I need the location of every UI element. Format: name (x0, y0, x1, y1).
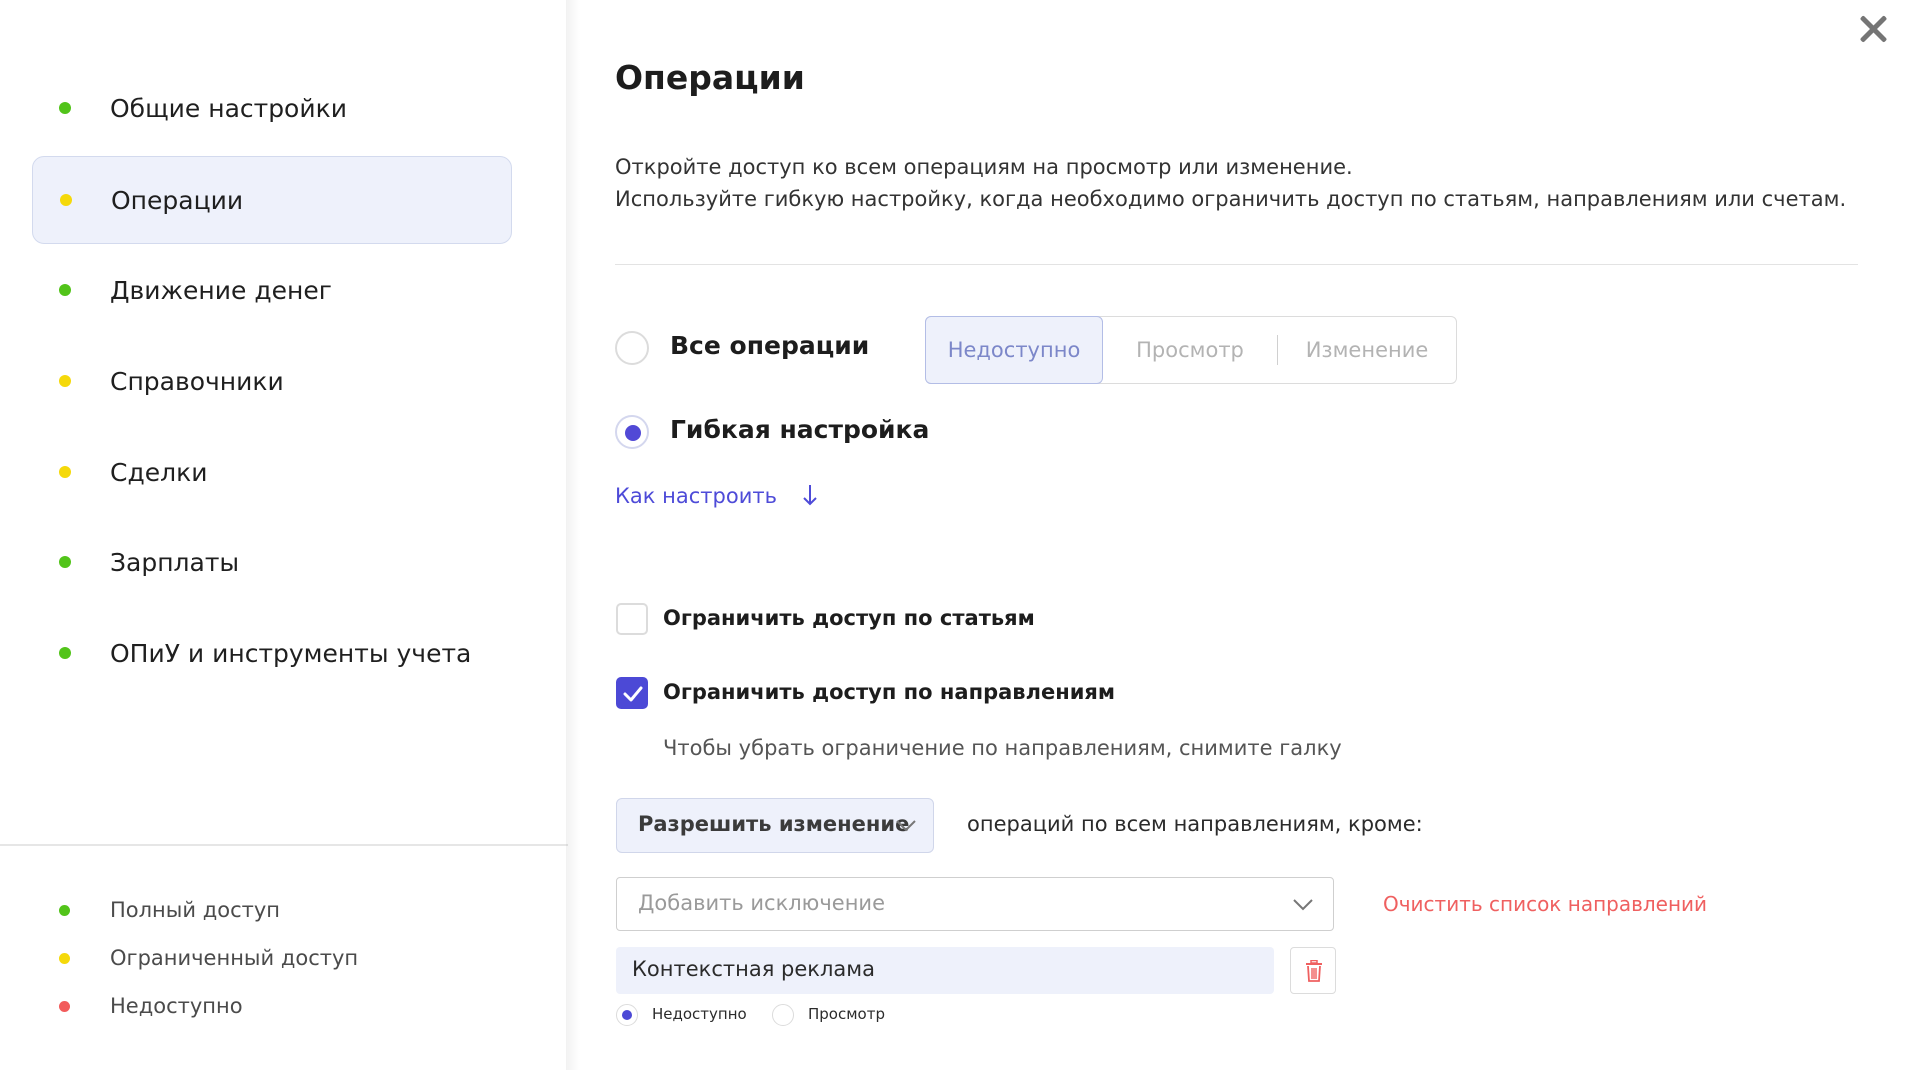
segment-unavailable[interactable]: Недоступно (925, 316, 1103, 384)
delete-exception-button[interactable] (1290, 947, 1336, 994)
permission-select[interactable]: Разрешить изменение (616, 798, 934, 853)
sidebar-item-label: Операции (111, 185, 244, 215)
permission-select-value: Разрешить изменение (638, 812, 910, 836)
exception-unavailable-label: Недоступно (652, 1005, 747, 1023)
restriction-hint: Чтобы убрать ограничение по направлениям… (663, 736, 1342, 760)
description-line-1: Откройте доступ ко всем операциям на про… (615, 155, 1353, 179)
arrow-down-icon (802, 485, 817, 506)
sidebar-item-money-flow[interactable]: Движение денег (32, 246, 512, 334)
segment-view[interactable]: Просмотр (1103, 317, 1277, 383)
legend-label: Ограниченный доступ (110, 946, 359, 970)
main-panel: Операции Откройте доступ ко всем операци… (568, 0, 1906, 1070)
sidebar-item-label: Движение денег (110, 275, 332, 305)
sidebar-divider (0, 844, 568, 846)
how-to-configure-label: Как настроить (615, 484, 777, 508)
restrict-directions-label: Ограничить доступ по направлениям (663, 680, 1116, 704)
add-exception-placeholder: Добавить исключение (638, 891, 885, 915)
close-icon[interactable] (1856, 12, 1890, 46)
how-to-configure-link[interactable]: Как настроить (615, 484, 818, 508)
exception-view-label: Просмотр (808, 1005, 885, 1023)
description-line-2: Используйте гибкую настройку, когда необ… (615, 187, 1847, 211)
permission-suffix: операций по всем направлениям, кроме: (967, 812, 1423, 836)
sidebar-item-label: Зарплаты (110, 547, 240, 577)
sidebar-item-label: Сделки (110, 457, 208, 487)
restrict-directions-checkbox[interactable] (616, 677, 648, 709)
sidebar-item-general-settings[interactable]: Общие настройки (32, 64, 512, 152)
check-icon (623, 686, 643, 702)
status-dot-full (59, 102, 71, 114)
sidebar-item-deals[interactable]: Сделки (32, 428, 512, 516)
sidebar-item-salaries[interactable]: Зарплаты (32, 518, 512, 606)
restrict-articles-checkbox[interactable] (616, 603, 648, 635)
status-dot-full (59, 284, 71, 296)
sidebar-item-directories[interactable]: Справочники (32, 337, 512, 425)
all-operations-label: Все операции (670, 331, 870, 360)
sidebar-item-pnl-tools[interactable]: ОПиУ и инструменты учета (32, 609, 512, 697)
sidebar-item-operations[interactable]: Операции (32, 156, 512, 244)
all-operations-access-segmented: Недоступно Просмотр Изменение (925, 316, 1457, 384)
chevron-down-icon (896, 820, 916, 832)
flexible-setting-label: Гибкая настройка (670, 415, 930, 444)
chevron-down-icon (1293, 899, 1313, 911)
status-dot-limited (60, 194, 72, 206)
status-dot-limited (59, 375, 71, 387)
status-dot-full (59, 556, 71, 568)
add-exception-select[interactable]: Добавить исключение (616, 877, 1334, 931)
trash-icon (1306, 960, 1322, 982)
segment-edit[interactable]: Изменение (1278, 317, 1456, 383)
sidebar-item-label: Справочники (110, 366, 284, 396)
status-dot-limited (59, 952, 70, 964)
sidebar-item-label: ОПиУ и инструменты учета (110, 638, 472, 668)
page-title: Операции (615, 58, 805, 97)
clear-directions-link[interactable]: Очистить список направлений (1383, 892, 1707, 916)
restrict-articles-label: Ограничить доступ по статьям (663, 606, 1035, 630)
section-divider (615, 264, 1858, 265)
flexible-setting-radio[interactable] (615, 415, 649, 449)
sidebar-item-label: Общие настройки (110, 93, 347, 123)
status-dot-none (59, 1000, 70, 1012)
legend-label: Недоступно (110, 994, 243, 1018)
exception-item: Контекстная реклама (616, 947, 1274, 994)
status-dot-full (59, 647, 71, 659)
status-dot-limited (59, 466, 71, 478)
legend-label: Полный доступ (110, 898, 280, 922)
sidebar: Общие настройки Операции Движение денег … (0, 0, 568, 1070)
exception-unavailable-radio[interactable] (616, 1004, 638, 1026)
status-dot-full (59, 904, 70, 916)
exception-item-name: Контекстная реклама (632, 957, 875, 981)
exception-view-radio[interactable] (772, 1004, 794, 1026)
all-operations-radio[interactable] (615, 331, 649, 365)
